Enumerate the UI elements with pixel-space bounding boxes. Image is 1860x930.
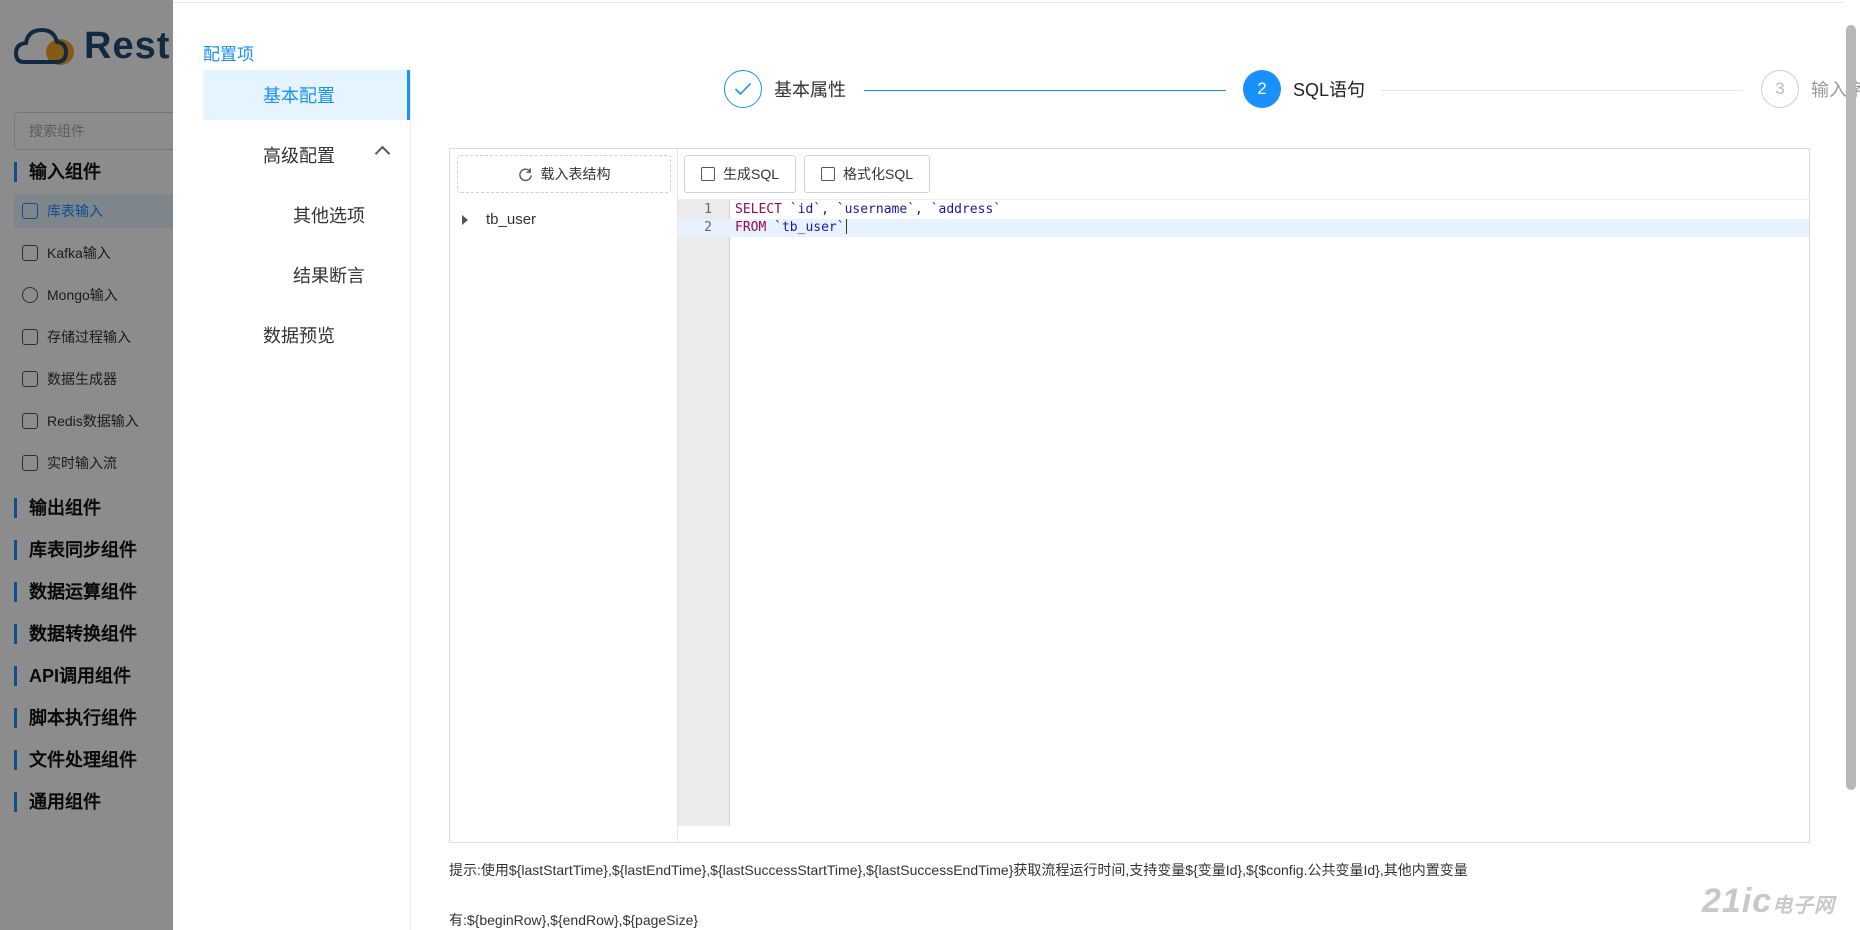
hint-text-continued: 有:${beginRow},${endRow},${pageSize} [449, 912, 699, 928]
refresh-icon [518, 167, 532, 181]
text-cursor [845, 219, 847, 234]
tree-node-label: tb_user [486, 211, 537, 228]
step-label: 基本属性 [774, 80, 846, 100]
code-editor[interactable]: 1 SELECT `id`, `username`, `address` 2 F… [678, 199, 1809, 826]
generate-sql-button[interactable]: 生成SQL [684, 155, 797, 193]
load-table-structure-button[interactable]: 载入表结构 [457, 155, 671, 193]
sql-editor-panel: 载入表结构 tb_user 生成SQL 格式化SQL 1 SELECT `id`… [449, 148, 1810, 843]
step-connector [864, 90, 1226, 91]
sql-identifiers: `id`, `username`, `address` [781, 202, 1002, 217]
nav-label: 高级配置 [263, 146, 335, 166]
table-tree-pane: 载入表结构 tb_user [450, 149, 678, 842]
step-label: SQL语句 [1293, 80, 1366, 100]
watermark: 21ic电子网 [1702, 882, 1835, 921]
divider [173, 2, 1843, 3]
format-icon [821, 167, 836, 181]
watermark-main: 21ic [1702, 882, 1773, 920]
code-line[interactable]: 1 SELECT `id`, `username`, `address` [678, 201, 1809, 219]
divider [410, 70, 411, 930]
config-section-title: 配置项 [203, 45, 254, 64]
step-number: 2 [1243, 70, 1281, 108]
button-label: 生成SQL [723, 166, 780, 182]
hint-text: 提示:使用${lastStartTime},${lastEndTime},${l… [449, 862, 1468, 878]
code-line[interactable]: 2 FROM `tb_user` [678, 219, 1809, 237]
line-number-gutter [678, 200, 730, 826]
step-sql[interactable]: 2 SQL语句 [1243, 70, 1365, 108]
watermark-sub: 电子网 [1772, 895, 1836, 917]
sql-keyword: SELECT [735, 202, 782, 217]
code-text: SELECT `id`, `username`, `address` [735, 201, 1001, 219]
sql-keyword: FROM [735, 220, 767, 235]
button-label: 格式化SQL [843, 166, 914, 182]
tree-node-tb-user[interactable]: tb_user [462, 211, 536, 228]
check-icon [724, 70, 762, 108]
vertical-scrollbar[interactable] [1846, 25, 1856, 790]
step-connector [1381, 90, 1743, 91]
nav-data-preview[interactable]: 数据预览 [203, 310, 410, 360]
nav-advanced-config[interactable]: 高级配置 [203, 130, 410, 180]
sql-toolbar: 生成SQL 格式化SQL [684, 155, 938, 193]
config-drawer: 配置项 基本配置 高级配置 其他选项 结果断言 数据预览 基本属性 2 SQL语… [173, 0, 1860, 930]
terminal-icon [701, 167, 715, 181]
steps: 基本属性 2 SQL语句 3 输入字段 [551, 70, 1860, 112]
code-text: FROM `tb_user` [735, 219, 847, 237]
nav-other-options[interactable]: 其他选项 [203, 190, 410, 240]
step-number: 3 [1761, 70, 1799, 108]
nav-basic-config[interactable]: 基本配置 [203, 70, 410, 120]
step-basic[interactable]: 基本属性 [724, 70, 846, 108]
format-sql-button[interactable]: 格式化SQL [804, 155, 931, 193]
sql-identifiers: `tb_user` [766, 220, 845, 235]
caret-right-icon[interactable] [462, 214, 468, 225]
button-label: 载入表结构 [540, 166, 611, 182]
line-number: 2 [704, 220, 712, 235]
nav-result-assert[interactable]: 结果断言 [203, 250, 410, 300]
line-number: 1 [704, 202, 712, 217]
chevron-up-icon [374, 145, 391, 162]
config-nav: 基本配置 高级配置 其他选项 结果断言 数据预览 [203, 70, 410, 370]
